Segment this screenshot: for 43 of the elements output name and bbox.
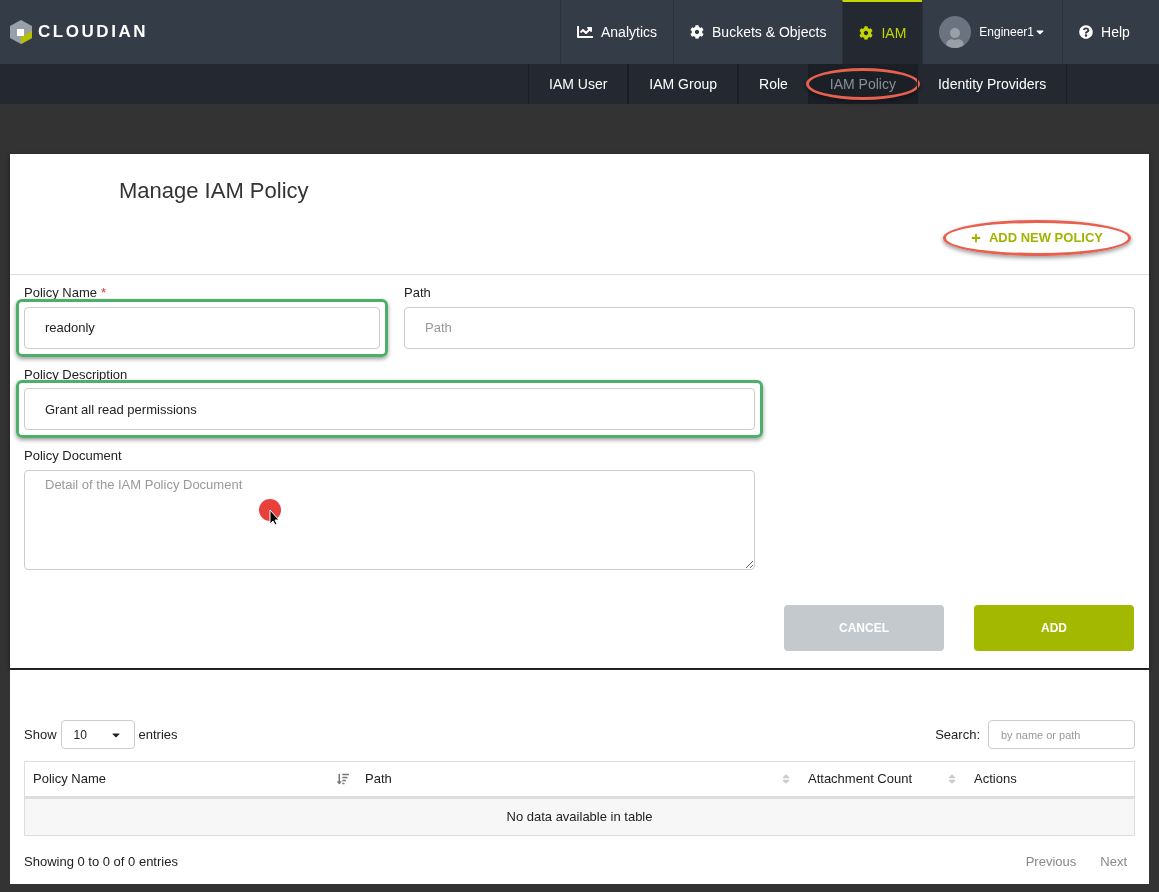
settings-icon (859, 26, 874, 40)
field-label: Policy Document (24, 448, 122, 463)
pagination-link[interactable]: Previous (1017, 848, 1085, 876)
nav-tab[interactable]: IAM (842, 0, 923, 64)
field-label: Path (404, 285, 431, 300)
policy-name-field[interactable]: readonly (24, 306, 380, 349)
column-title: Attachment Count (808, 770, 913, 789)
entries-label: entries (138, 725, 178, 744)
page-title: Manage IAM Policy (119, 177, 309, 205)
column-title: Actions (974, 770, 1017, 789)
policy-description-field[interactable]: Grant all read permissions (24, 388, 755, 430)
path-field[interactable]: Path (404, 306, 1135, 349)
sub-nav-tab[interactable]: IAM Group (628, 64, 739, 104)
brand-name: CLOUDIAN (38, 21, 149, 44)
avatar-icon (939, 16, 972, 48)
column-title: Path (365, 770, 392, 789)
help-icon (1079, 25, 1094, 39)
column-header[interactable]: Attachment Count (800, 762, 966, 796)
chart-icon (577, 24, 593, 40)
sub-nav-tab[interactable]: Identity Providers (916, 64, 1068, 104)
field-label: Policy Description (24, 366, 128, 382)
sub-nav-tab[interactable]: Role (738, 64, 809, 104)
search-field[interactable]: by name or path (988, 720, 1135, 749)
sub-nav-tab[interactable]: IAM Policy (808, 64, 917, 104)
column-title: Policy Name (33, 770, 106, 789)
policy-document-field[interactable]: Detail of the IAM Policy Document (24, 469, 755, 570)
table-info: Showing 0 to 0 of 0 entries (24, 853, 178, 871)
search-label: Search: (935, 725, 980, 744)
settings-icon (690, 25, 705, 39)
page-size-select[interactable]: 10 (60, 720, 135, 749)
required-mark: * (100, 284, 107, 302)
empty-row: No data available in table (25, 799, 1134, 835)
pagination-link[interactable]: Next (1092, 848, 1135, 876)
column-header[interactable]: Actions (966, 762, 1134, 796)
column-header[interactable]: Policy Name (25, 762, 357, 796)
show-label: Show (24, 725, 57, 744)
logo-icon (8, 19, 34, 45)
sort-icon[interactable] (337, 773, 349, 785)
sub-nav-tab[interactable]: IAM User (528, 64, 629, 104)
column-header[interactable]: Path (357, 762, 800, 796)
field-label: Policy Name (24, 284, 97, 302)
cursor-icon (259, 499, 283, 525)
plus-icon (970, 232, 981, 243)
